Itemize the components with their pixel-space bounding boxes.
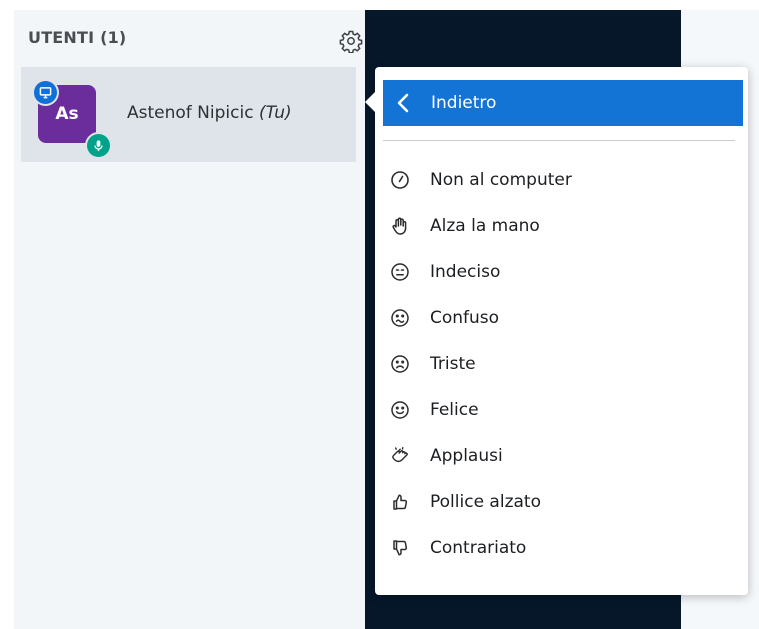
status-item-thumbs-up[interactable]: Pollice alzato <box>375 482 748 522</box>
user-list-item[interactable]: As Astenof Nipicic (Tu) <box>21 67 356 162</box>
neutral-face-icon <box>389 261 411 283</box>
menu-item-label: Felice <box>430 400 479 420</box>
status-item-thumbs-down[interactable]: Contrariato <box>375 528 748 568</box>
status-item-sad[interactable]: Triste <box>375 344 748 384</box>
avatar-initials: As <box>55 104 79 124</box>
status-item-applause[interactable]: Applausi <box>375 436 748 476</box>
user-display-name: Astenof Nipicic <box>127 103 254 123</box>
avatar: As <box>32 79 112 159</box>
happy-face-icon <box>389 399 411 421</box>
status-menu: Indietro Non al computer Alza la mano In… <box>365 67 748 595</box>
you-tag: (Tu) <box>258 103 292 123</box>
thumbs-up-icon <box>389 491 411 513</box>
menu-item-label: Triste <box>430 354 476 374</box>
applause-icon <box>389 445 411 467</box>
user-name: Astenof Nipicic (Tu) <box>127 103 292 123</box>
menu-item-label: Non al computer <box>430 170 572 190</box>
menu-item-label: Applausi <box>430 446 503 466</box>
thumbs-down-icon <box>389 537 411 559</box>
microphone-icon <box>85 132 112 159</box>
users-header: UTENTI (1) <box>28 28 127 47</box>
menu-item-label: Alza la mano <box>430 216 540 236</box>
users-panel: UTENTI (1) As Astenof Nipicic (Tu) <box>14 10 365 629</box>
status-item-away[interactable]: Non al computer <box>375 160 748 200</box>
back-label: Indietro <box>431 93 497 113</box>
menu-caret <box>365 91 376 113</box>
confused-face-icon <box>389 307 411 329</box>
menu-item-label: Pollice alzato <box>430 492 541 512</box>
chevron-left-icon <box>397 93 409 113</box>
back-menu-item[interactable]: Indietro <box>383 80 743 126</box>
menu-item-label: Contrariato <box>430 538 527 558</box>
presentation-icon <box>32 79 59 106</box>
status-item-undecided[interactable]: Indeciso <box>375 252 748 292</box>
raise-hand-icon <box>389 215 411 237</box>
menu-divider <box>383 140 735 141</box>
status-item-confused[interactable]: Confuso <box>375 298 748 338</box>
clock-icon <box>389 169 411 191</box>
sad-face-icon <box>389 353 411 375</box>
menu-item-label: Indeciso <box>430 262 501 282</box>
gear-icon[interactable] <box>336 26 366 56</box>
status-item-raise-hand[interactable]: Alza la mano <box>375 206 748 246</box>
status-item-happy[interactable]: Felice <box>375 390 748 430</box>
menu-item-label: Confuso <box>430 308 500 328</box>
